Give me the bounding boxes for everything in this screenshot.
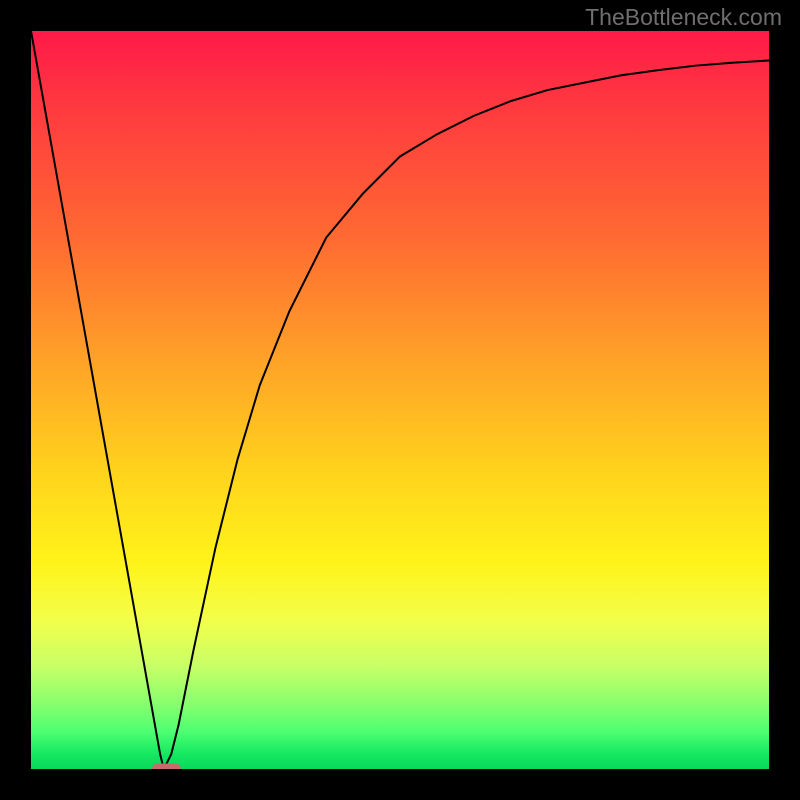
plot-area bbox=[31, 31, 769, 769]
watermark-text: TheBottleneck.com bbox=[585, 4, 782, 31]
chart-frame: TheBottleneck.com bbox=[0, 0, 800, 800]
minimum-marker bbox=[153, 764, 180, 769]
chart-svg bbox=[31, 31, 769, 769]
bottleneck-curve bbox=[31, 31, 769, 769]
